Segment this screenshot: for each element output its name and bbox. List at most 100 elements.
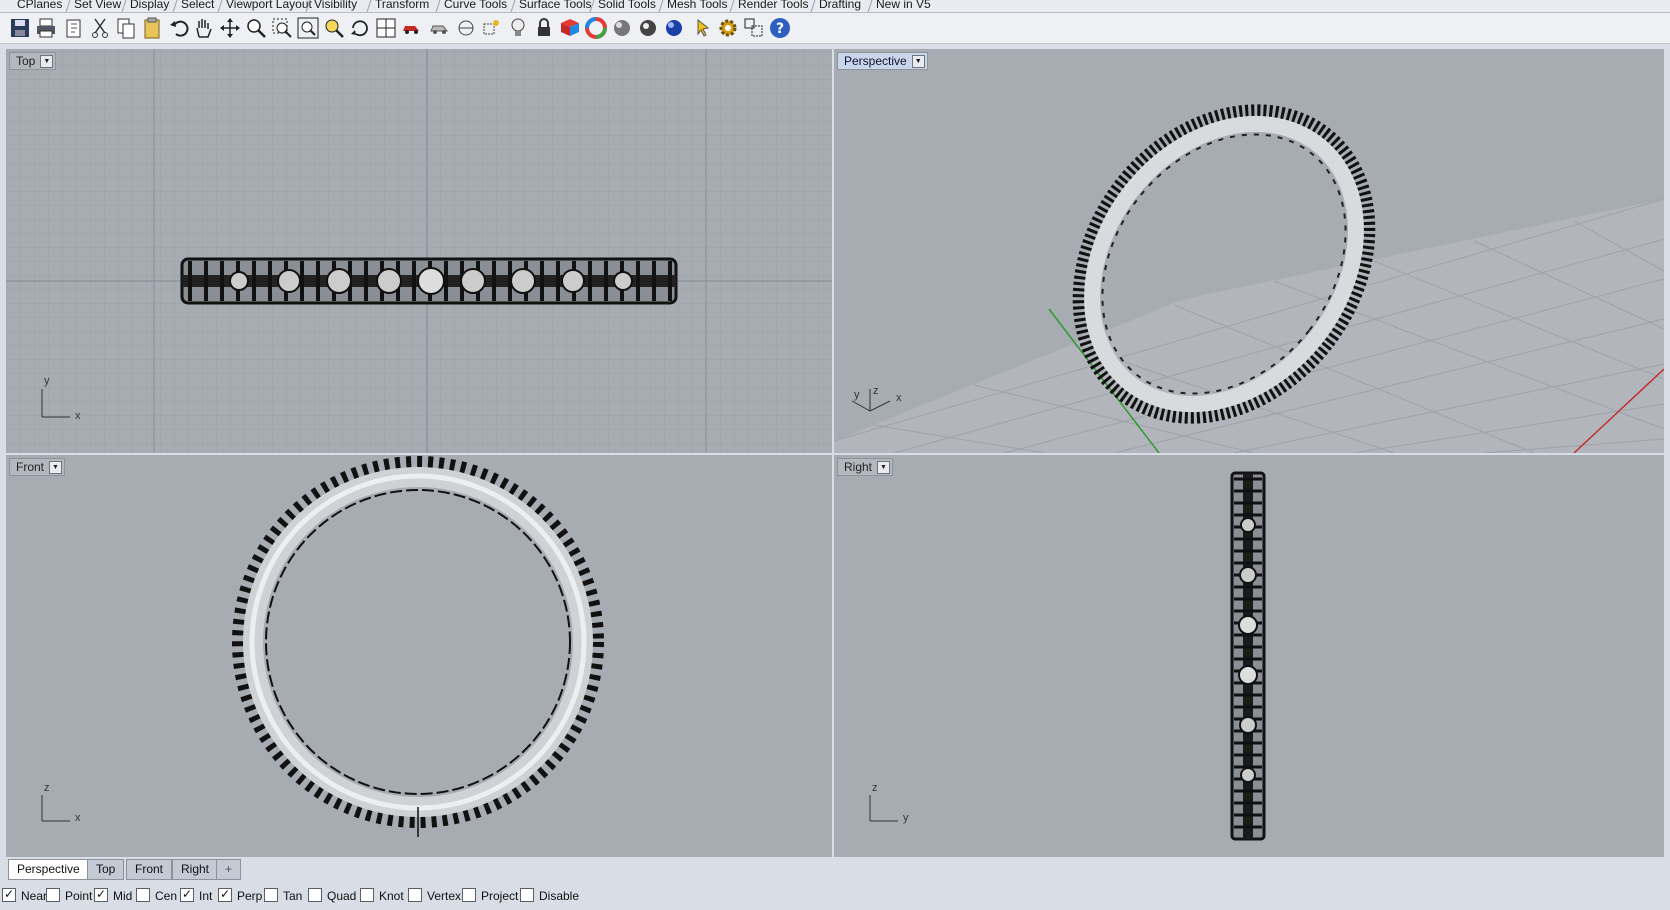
color-wheel-icon[interactable] (584, 16, 608, 40)
osnap-int[interactable]: Int (180, 886, 212, 904)
checkbox-int[interactable] (180, 886, 194, 902)
sphere-blue-icon[interactable] (662, 16, 686, 40)
tab-visibility[interactable]: Visibility (305, 0, 365, 12)
cut-icon[interactable] (88, 16, 112, 40)
chevron-down-icon[interactable]: ▼ (40, 55, 54, 68)
chevron-down-icon[interactable]: ▼ (49, 461, 63, 474)
axis-label-z: z (872, 782, 878, 794)
osnap-vertex[interactable]: Vertex (408, 888, 461, 904)
viewport-perspective-title[interactable]: Perspective ▼ (837, 52, 928, 70)
copy-icon[interactable] (114, 16, 138, 40)
checkbox-cen[interactable] (136, 888, 150, 902)
checkbox-perp[interactable] (218, 886, 232, 902)
checkbox-project[interactable] (462, 888, 476, 902)
tab-set-view[interactable]: Set View (65, 0, 129, 12)
rotate-view-icon[interactable] (348, 16, 372, 40)
osnap-cen[interactable]: Cen (136, 888, 177, 904)
gear-icon[interactable] (716, 16, 740, 40)
zoom-selected-icon[interactable] (322, 16, 346, 40)
viewport-top-title[interactable]: Top ▼ (9, 52, 57, 70)
new-doc-icon[interactable] (62, 16, 86, 40)
chevron-down-icon[interactable]: ▼ (877, 461, 891, 474)
tab-surface-tools[interactable]: Surface Tools (510, 0, 599, 12)
tab-new-in-v5[interactable]: New in V5 (867, 0, 939, 12)
options-icon[interactable] (742, 16, 766, 40)
viewport-tab-bar: Perspective Top Front Right + (0, 858, 1670, 880)
osnap-quad[interactable]: Quad (308, 888, 356, 904)
car-icon[interactable] (400, 16, 424, 40)
add-tab-icon[interactable]: + (216, 859, 242, 880)
tab-viewport-layout[interactable]: Viewport Layout (217, 0, 320, 12)
tab-display[interactable]: Display (121, 0, 177, 12)
tab-top[interactable]: Top (87, 859, 125, 880)
tab-transform[interactable]: Transform (366, 0, 437, 12)
ring-top-view (180, 257, 678, 305)
osnap-bar: Near Point Mid Cen Int Perp Tan Quad Kno… (0, 882, 1670, 910)
render-material-icon[interactable] (558, 16, 582, 40)
axis-label-x: x (75, 410, 81, 422)
osnap-disable[interactable]: Disable (520, 888, 579, 904)
help-icon[interactable]: ? (768, 16, 792, 40)
chevron-down-icon[interactable]: ▼ (911, 55, 925, 68)
svg-text:?: ? (776, 21, 784, 37)
toolbar-tab-strip: CPlanes Set View Display Select Viewport… (0, 0, 1670, 13)
checkbox-tan[interactable] (264, 888, 278, 902)
checkbox-knot[interactable] (360, 888, 374, 902)
tab-right[interactable]: Right (172, 859, 219, 880)
axis-label-x: x (75, 812, 81, 824)
four-viewports-icon[interactable] (374, 16, 398, 40)
viewport-top[interactable]: Top ▼ y x (6, 49, 832, 453)
checkbox-point[interactable] (46, 888, 60, 902)
save-icon[interactable] (8, 16, 32, 40)
checkbox-quad[interactable] (308, 888, 322, 902)
lock-icon[interactable] (532, 16, 556, 40)
move-view-icon[interactable] (218, 16, 242, 40)
tab-curve-tools[interactable]: Curve Tools (435, 0, 515, 12)
viewport-right-title[interactable]: Right ▼ (837, 458, 894, 476)
tab-mesh-tools[interactable]: Mesh Tools (658, 0, 735, 12)
viewport-front[interactable]: Front ▼ z x (6, 455, 832, 857)
zoom-icon[interactable] (244, 16, 268, 40)
viewport-perspective[interactable]: Perspective ▼ y z x (834, 49, 1664, 453)
print-icon[interactable] (34, 16, 58, 40)
osnap-project[interactable]: Project (462, 888, 518, 904)
axis-label-y: y (854, 389, 860, 401)
axis-label-z: z (44, 782, 50, 794)
tab-drafting[interactable]: Drafting (810, 0, 869, 12)
osnap-perp[interactable]: Perp (218, 886, 262, 904)
axis-label-y: y (44, 375, 50, 387)
checkbox-disable[interactable] (520, 888, 534, 902)
sphere-render-icon[interactable] (636, 16, 660, 40)
zoom-extents-icon[interactable] (296, 16, 320, 40)
tab-render-tools[interactable]: Render Tools (729, 0, 816, 12)
osnap-knot[interactable]: Knot (360, 888, 404, 904)
axis-label-x: x (896, 392, 902, 404)
ring-right-view (1230, 471, 1266, 841)
osnap-mid[interactable]: Mid (94, 886, 132, 904)
pan-hand-icon[interactable] (192, 16, 216, 40)
cplane-icon[interactable] (454, 16, 478, 40)
standard-toolbar: ? (0, 13, 1670, 44)
sphere-shaded-icon[interactable] (610, 16, 634, 40)
tab-select[interactable]: Select (172, 0, 222, 12)
tab-perspective[interactable]: Perspective (8, 859, 89, 880)
ring-front-view (232, 456, 604, 837)
lightbulb-icon[interactable] (506, 16, 530, 40)
tab-front[interactable]: Front (126, 859, 173, 880)
checkbox-mid[interactable] (94, 886, 108, 902)
pointer-icon[interactable] (690, 16, 714, 40)
osnap-near[interactable]: Near (2, 886, 47, 904)
undo-icon[interactable] (168, 16, 192, 40)
zoom-window-icon[interactable] (270, 16, 294, 40)
tab-cplanes[interactable]: CPlanes (10, 0, 70, 12)
checkbox-near[interactable] (2, 886, 16, 902)
shade-car-icon[interactable] (428, 16, 452, 40)
viewport-front-title[interactable]: Front ▼ (9, 458, 66, 476)
osnap-tan[interactable]: Tan (264, 888, 302, 904)
paste-icon[interactable] (140, 16, 164, 40)
osnap-point[interactable]: Point (46, 888, 92, 904)
point-icon[interactable] (480, 16, 504, 40)
tab-solid-tools[interactable]: Solid Tools (589, 0, 664, 12)
checkbox-vertex[interactable] (408, 888, 422, 902)
viewport-right[interactable]: Right ▼ z y (834, 455, 1664, 857)
